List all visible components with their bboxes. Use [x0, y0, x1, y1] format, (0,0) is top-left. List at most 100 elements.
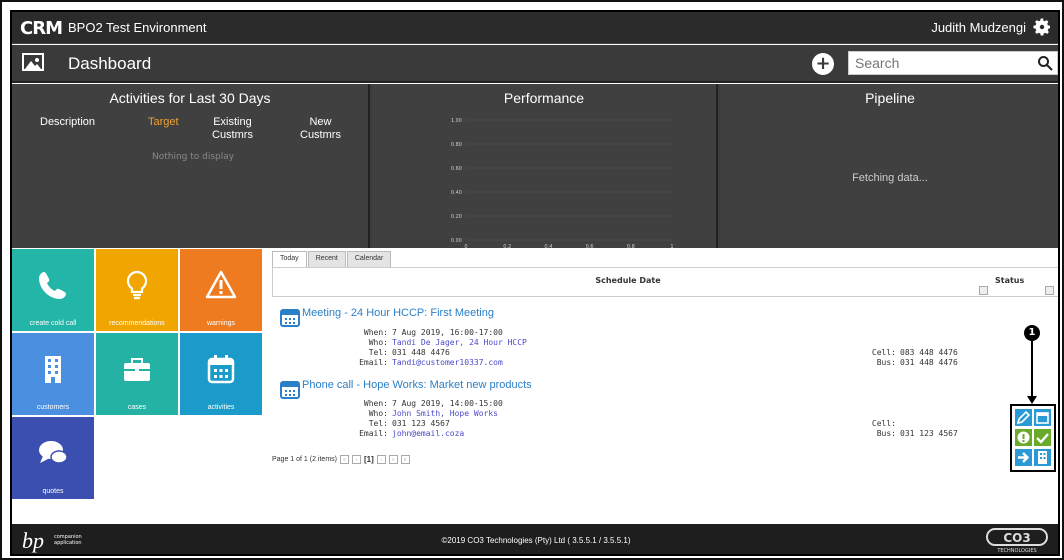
user-name[interactable]: Judith Mudzengi — [931, 20, 1026, 35]
top-bar: CRM BPO2 Test Environment Judith Mudzeng… — [12, 12, 1058, 44]
entry-labels: When: Who: Tel: Email: — [348, 328, 388, 368]
co3-logo-text: CO3 — [1003, 531, 1030, 545]
briefcase-icon — [124, 358, 150, 381]
schedule-panel: Today Recent Calendar Schedule Date Stat… — [268, 249, 1058, 499]
annotation-arrow — [1031, 340, 1033, 398]
building-icon[interactable] — [1034, 449, 1051, 466]
when-value: 7 Aug 2019, 14:00-15:00 — [392, 399, 503, 408]
x-tick-label: 0.4 — [544, 244, 552, 248]
y-tick-label: 1.00 — [451, 118, 462, 124]
x-tick-label: 0.6 — [586, 244, 594, 248]
tab-today[interactable]: Today — [272, 251, 307, 267]
current-page: [1] — [363, 455, 374, 464]
col-existing-customers: Existing Custmrs — [212, 116, 253, 141]
email-label: Email: — [359, 358, 388, 367]
who-value[interactable]: John Smith, Hope Works — [392, 409, 503, 419]
tile-create-cold-call[interactable]: create cold call — [12, 249, 94, 331]
pipeline-panel: Pipeline Fetching data... — [720, 84, 1058, 248]
status-filter-button[interactable] — [1045, 286, 1054, 295]
tile-warnings[interactable]: warnings — [180, 249, 262, 331]
who-label: Who: — [368, 409, 388, 418]
warning-icon — [205, 270, 237, 299]
footer: bp companion application ©2019 CO3 Techn… — [12, 524, 1058, 554]
search-box — [848, 51, 1058, 75]
calendar-icon[interactable] — [1034, 409, 1051, 426]
activities-panel-title: Activities for Last 30 Days — [109, 90, 271, 106]
email-label: Email: — [359, 429, 388, 438]
calendar-icon — [280, 309, 300, 327]
tel-value: 031 448 4476 — [392, 348, 450, 357]
lightbulb-icon — [126, 270, 148, 300]
cell-label: Cell: — [871, 348, 896, 357]
screenshot-frame: CRM BPO2 Test Environment Judith Mudzeng… — [0, 0, 1064, 560]
when-label: When: — [363, 328, 388, 337]
next-page-button[interactable]: › — [376, 455, 386, 464]
info-icon[interactable] — [1015, 429, 1032, 446]
schedule-date-header[interactable]: Schedule Date — [273, 276, 983, 285]
first-page-button[interactable]: « — [339, 455, 349, 464]
phone-icon — [39, 272, 66, 299]
empty-message: Nothing to display — [152, 152, 235, 162]
prev-page-button[interactable]: ‹ — [351, 455, 361, 464]
tile-label: customers — [36, 404, 70, 411]
calendar-icon — [280, 381, 300, 399]
entry-values: 7 Aug 2019, 14:00-15:00 John Smith, Hope… — [392, 399, 503, 439]
col-new-customers: New Custmrs — [300, 116, 341, 141]
entry-title[interactable]: Phone call - Hope Works: Market new prod… — [302, 379, 532, 391]
who-value[interactable]: Tandi De Jager, 24 Hour HCCP — [392, 338, 527, 348]
page-title: Dashboard — [68, 54, 152, 73]
app-title: BPO2 Test Environment — [68, 20, 207, 35]
last-page-button[interactable]: » — [388, 455, 398, 464]
search-input[interactable] — [849, 52, 1029, 74]
tile-activities[interactable]: activities — [180, 333, 262, 415]
check-icon[interactable] — [1034, 429, 1051, 446]
arrow-right-icon[interactable] — [1015, 449, 1032, 466]
tile-recommendations[interactable]: recommendations — [96, 249, 178, 331]
activities-panel: Activities for Last 30 Days Description … — [12, 84, 370, 248]
entry-contact-values: 031 123 4567 — [900, 419, 958, 439]
all-pages-button[interactable]: ≡ — [400, 455, 410, 464]
tab-calendar[interactable]: Calendar — [346, 251, 392, 267]
tel-label: Tel: — [368, 419, 388, 428]
gear-icon[interactable] — [1032, 17, 1052, 37]
copyright-text: ©2019 CO3 Technologies (Pty) Ltd ( 3.5.5… — [441, 536, 631, 545]
chat-icon — [39, 441, 68, 464]
annotation-arrow-head — [1027, 396, 1037, 404]
cell-value: 083 448 4476 — [900, 348, 958, 357]
tile-customers[interactable]: customers — [12, 333, 94, 415]
schedule-filter-button[interactable] — [979, 286, 988, 295]
pager-summary: Page 1 of 1 (2 items) — [272, 456, 337, 463]
tile-quotes[interactable]: quotes — [12, 417, 94, 499]
x-tick-label: 1 — [670, 244, 673, 248]
search-icon[interactable] — [1037, 55, 1053, 71]
col-description: Description — [40, 116, 96, 128]
tel-label: Tel: — [368, 348, 388, 357]
entry-title[interactable]: Meeting - 24 Hour HCCP: First Meeting — [302, 307, 494, 319]
tile-label: create cold call — [29, 320, 77, 327]
x-tick-label: 0.2 — [503, 244, 511, 248]
status-header[interactable]: Status — [995, 276, 1024, 285]
edit-icon[interactable] — [1015, 409, 1032, 426]
y-tick-label: 0.60 — [451, 166, 462, 172]
tile-label: warnings — [206, 320, 235, 327]
annotation-marker: 1 — [1024, 325, 1040, 341]
email-value[interactable]: john@email.coza — [392, 429, 503, 439]
add-button[interactable]: + — [812, 53, 834, 75]
tile-cases[interactable]: cases — [96, 333, 178, 415]
schedule-header: Schedule Date Status — [272, 267, 1058, 297]
entry-values: 7 Aug 2019, 16:00-17:00 Tandi De Jager, … — [392, 328, 527, 368]
bus-label: Bus: — [876, 358, 896, 367]
email-value[interactable]: Tandi@customer10337.com — [392, 358, 527, 368]
co3-logo-subtitle: TECHNOLOGIES — [996, 548, 1036, 554]
tab-recent[interactable]: Recent — [307, 251, 346, 267]
y-tick-label: 0.00 — [451, 238, 462, 244]
bus-value: 031 448 4476 — [900, 358, 958, 367]
x-tick-label: 0 — [464, 244, 467, 248]
y-tick-label: 0.40 — [451, 190, 462, 196]
performance-chart: 0.00 0.20 0.40 0.60 0.80 1.00 0 0.2 0.4 0.6 0.8 1 — [451, 118, 674, 248]
image-icon — [22, 53, 44, 71]
tile-label: cases — [127, 404, 147, 411]
schedule-tabs: Today Recent Calendar — [272, 251, 392, 267]
co3-logo: CO3 TECHNOLOGIES — [986, 528, 1048, 554]
x-tick-label: 0.8 — [627, 244, 635, 248]
